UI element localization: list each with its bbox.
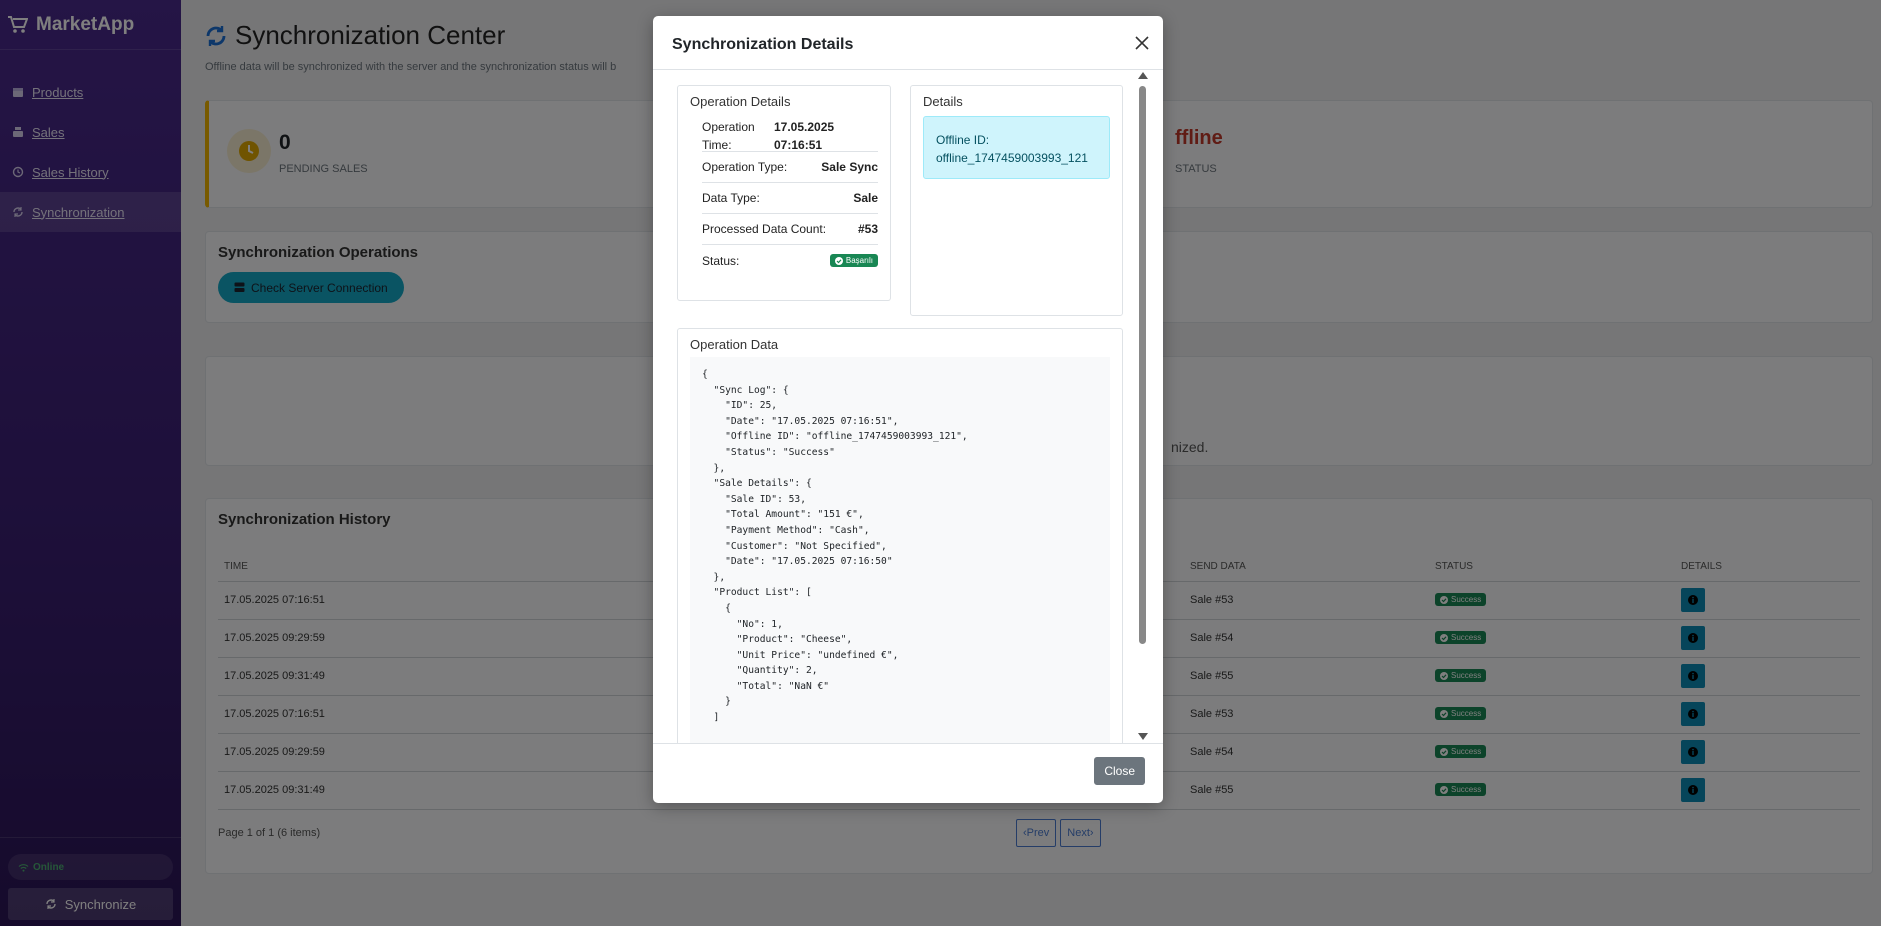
details-box: Details Offline ID: offline_174745900399… <box>910 85 1123 316</box>
modal-body[interactable]: Operation Details Operation Time: 17.05.… <box>653 70 1163 744</box>
offline-id-alert: Offline ID: offline_1747459003993_121 <box>923 116 1110 179</box>
status-badge-text: Başarılı <box>845 256 873 265</box>
status-badge: Başarılı <box>829 254 878 267</box>
close-button[interactable]: Close <box>1094 757 1145 785</box>
data-type-label: Data Type: <box>702 191 760 205</box>
modal-footer: Close <box>653 743 1163 803</box>
operation-time-label: Operation Time: <box>702 120 755 152</box>
operation-time-value: 17.05.2025 07:16:51 <box>766 118 878 154</box>
check-circle-icon <box>834 256 843 265</box>
operation-data-json: { "Sync Log": { "ID": 25, "Date": "17.05… <box>690 357 1110 744</box>
operation-details-title: Operation Details <box>690 94 791 109</box>
operation-type-row: Operation Type: Sale Sync <box>702 152 878 183</box>
operation-date: 17.05.2025 <box>774 120 835 134</box>
close-icon[interactable] <box>1135 36 1149 50</box>
processed-count-label: Processed Data Count: <box>702 222 827 236</box>
modal-title: Synchronization Details <box>672 36 854 53</box>
operation-data-box: Operation Data { "Sync Log": { "ID": 25,… <box>677 328 1123 744</box>
details-title: Details <box>923 94 963 109</box>
processed-count-value: #53 <box>857 222 878 236</box>
scrollbar-thumb[interactable] <box>1139 86 1146 644</box>
data-type-value: Sale <box>853 191 878 205</box>
operation-details-box: Operation Details Operation Time: 17.05.… <box>677 85 891 301</box>
operation-type-value: Sale Sync <box>821 160 878 174</box>
data-type-row: Data Type: Sale <box>702 183 878 214</box>
status-label: Status: <box>702 253 740 268</box>
scroll-down-icon[interactable] <box>1138 733 1148 740</box>
modal-scrollbar[interactable] <box>1136 72 1150 742</box>
processed-count-row: Processed Data Count: #53 <box>702 214 878 245</box>
operation-data-title: Operation Data <box>690 337 779 352</box>
sync-details-modal: Synchronization Details Operation Detail… <box>653 16 1163 803</box>
offline-id-value: offline_1747459003993_121 <box>936 151 1088 165</box>
operation-time-row: Operation Time: 17.05.2025 07:16:51 <box>702 114 878 152</box>
scroll-up-icon[interactable] <box>1138 72 1148 79</box>
status-row: Status: Başarılı <box>702 245 878 276</box>
offline-id-label: Offline ID: <box>936 133 990 147</box>
modal-header: Synchronization Details <box>653 16 1163 70</box>
operation-type-label: Operation Type: <box>702 160 788 174</box>
